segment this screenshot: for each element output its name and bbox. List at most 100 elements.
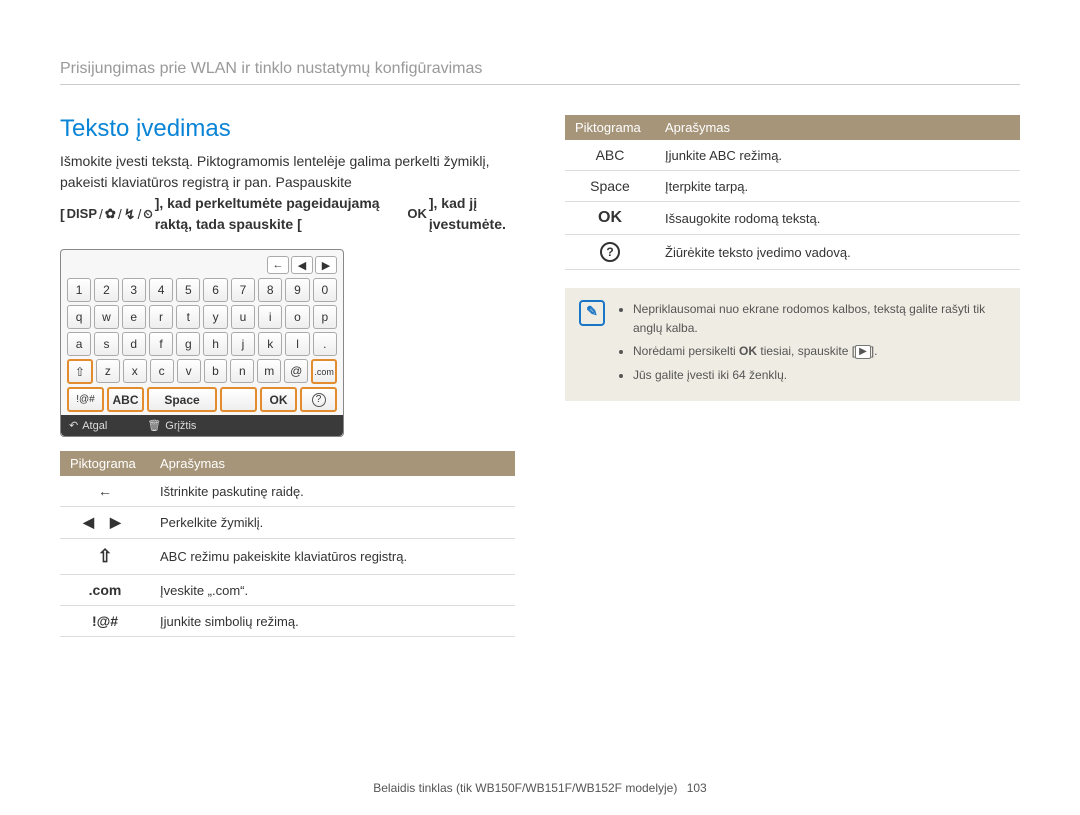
key[interactable]: q — [67, 305, 91, 329]
row-icon-space: Space — [565, 171, 655, 202]
note-box: ✎ Nepriklausomai nuo ekrane rodomos kalb… — [565, 288, 1020, 401]
key[interactable]: 3 — [122, 278, 146, 302]
row-icon-shift: ⇧ — [60, 539, 150, 575]
kb-nav-right[interactable]: ▶ — [315, 256, 337, 274]
key-blank[interactable] — [220, 387, 257, 412]
key[interactable]: 2 — [94, 278, 118, 302]
macro-icon: ✿ — [105, 204, 116, 224]
note-item: Nepriklausomai nuo ekrane rodomos kalbos… — [633, 300, 1006, 338]
key[interactable]: . — [313, 332, 337, 356]
key[interactable]: 6 — [203, 278, 227, 302]
key-dotcom[interactable]: .com — [311, 359, 337, 384]
kb-row-3: a s d f g h j k l . — [67, 332, 337, 356]
key[interactable]: s — [94, 332, 118, 356]
play-icon: ▶ — [855, 345, 871, 359]
key[interactable]: 0 — [313, 278, 337, 302]
key[interactable]: 1 — [67, 278, 91, 302]
key[interactable]: x — [123, 359, 147, 383]
key[interactable]: g — [176, 332, 200, 356]
table-row: !@# Įjunkite simbolių režimą. — [60, 606, 515, 637]
kb-bottom-bar: ↶Atgal 🗑Grįžtis — [61, 415, 343, 436]
key[interactable]: 4 — [149, 278, 173, 302]
footer-text: Belaidis tinklas (tik WB150F/WB151F/WB15… — [373, 781, 677, 795]
key[interactable]: y — [203, 305, 227, 329]
table-row: ← Ištrinkite paskutinę raidę. — [60, 476, 515, 507]
note-item: Jūs galite įvesti iki 64 ženklų. — [633, 366, 1006, 385]
note-item: Norėdami persikelti OK tiesiai, spauskit… — [633, 342, 1006, 361]
key[interactable]: u — [231, 305, 255, 329]
intro-line2c: ], kad jį įvestumėte. — [429, 193, 515, 235]
table-row: Space Įterpkite tarpą. — [565, 171, 1020, 202]
key-shift[interactable]: ⇧ — [67, 359, 93, 384]
back-icon: ↶ — [69, 420, 78, 432]
key[interactable]: @ — [284, 359, 308, 383]
key[interactable]: 8 — [258, 278, 282, 302]
row-icon-ok: OK — [565, 202, 655, 235]
bracket-open: [ — [60, 204, 65, 225]
row-desc: Išsaugokite rodomą tekstą. — [655, 202, 1020, 235]
key[interactable]: n — [230, 359, 254, 383]
right-column: Piktograma Aprašymas ABC Įjunkite ABC re… — [565, 115, 1020, 637]
row-icon-backspace: ← — [60, 476, 150, 507]
key-symbols[interactable]: !@# — [67, 387, 104, 412]
page-footer: Belaidis tinklas (tik WB150F/WB151F/WB15… — [0, 781, 1080, 795]
key[interactable]: i — [258, 305, 282, 329]
kb-nav-left[interactable]: ◀ — [291, 256, 313, 274]
th-icon: Piktograma — [60, 451, 150, 476]
row-desc: Įjunkite ABC režimą. — [655, 140, 1020, 171]
row-desc: Perkelkite žymiklį. — [150, 507, 515, 539]
row-desc: Žiūrėkite teksto įvedimo vadovą. — [655, 235, 1020, 270]
th-icon: Piktograma — [565, 115, 655, 140]
icon-table-right: Piktograma Aprašymas ABC Įjunkite ABC re… — [565, 115, 1020, 270]
key[interactable]: k — [258, 332, 282, 356]
key[interactable]: 5 — [176, 278, 200, 302]
key[interactable]: h — [203, 332, 227, 356]
key[interactable]: j — [231, 332, 255, 356]
kb-row-4: ⇧ z x c v b n m @ .com — [67, 359, 337, 384]
key-space[interactable]: Space — [147, 387, 217, 412]
key[interactable]: l — [285, 332, 309, 356]
kb-nav-back[interactable]: ← — [267, 256, 289, 274]
kb-row-1: 1 2 3 4 5 6 7 8 9 0 — [67, 278, 337, 302]
trash-icon: 🗑 — [147, 420, 161, 432]
key[interactable]: p — [313, 305, 337, 329]
key[interactable]: c — [150, 359, 174, 383]
key[interactable]: 9 — [285, 278, 309, 302]
table-row: .com Įveskite „.com“. — [60, 575, 515, 606]
key-ok[interactable]: OK — [260, 387, 297, 412]
table-row: ⇧ ABC režimu pakeiskite klaviatūros regi… — [60, 539, 515, 575]
row-desc: Įterpkite tarpą. — [655, 171, 1020, 202]
row-icon-symbols: !@# — [60, 606, 150, 637]
key[interactable]: 7 — [231, 278, 255, 302]
key[interactable]: d — [122, 332, 146, 356]
disp-icon: DISP — [67, 204, 97, 224]
key[interactable]: o — [285, 305, 309, 329]
key[interactable]: f — [149, 332, 173, 356]
key[interactable]: a — [67, 332, 91, 356]
kb-row-5: !@# ABC Space OK ? — [67, 387, 337, 412]
key[interactable]: b — [204, 359, 228, 383]
onscreen-keyboard: ← ◀ ▶ 1 2 3 4 5 6 7 8 9 0 q — [60, 249, 344, 437]
key[interactable]: v — [177, 359, 201, 383]
intro-line1: Išmokite įvesti tekstą. Piktogramomis le… — [60, 153, 489, 190]
key[interactable]: t — [176, 305, 200, 329]
key-abc[interactable]: ABC — [107, 387, 144, 412]
ok-icon: OK — [407, 204, 427, 224]
th-desc: Aprašymas — [655, 115, 1020, 140]
row-desc: ABC režimu pakeiskite klaviatūros regist… — [150, 539, 515, 575]
breadcrumb: Prisijungimas prie WLAN ir tinklo nustat… — [60, 60, 1020, 85]
key[interactable]: m — [257, 359, 281, 383]
row-icon-arrows: ◀ ▶ — [60, 507, 150, 539]
row-icon-help: ? — [565, 235, 655, 270]
page-number: 103 — [687, 781, 707, 795]
flash-icon: ↯ — [124, 204, 136, 225]
key-help[interactable]: ? — [300, 387, 337, 412]
key[interactable]: r — [149, 305, 173, 329]
table-row: OK Išsaugokite rodomą tekstą. — [565, 202, 1020, 235]
key[interactable]: w — [94, 305, 118, 329]
intro-line2b: ], kad perkeltumėte pageidaujamą raktą, … — [155, 193, 406, 235]
key[interactable]: z — [96, 359, 120, 383]
row-desc: Ištrinkite paskutinę raidę. — [150, 476, 515, 507]
key[interactable]: e — [122, 305, 146, 329]
note-icon: ✎ — [579, 300, 605, 326]
